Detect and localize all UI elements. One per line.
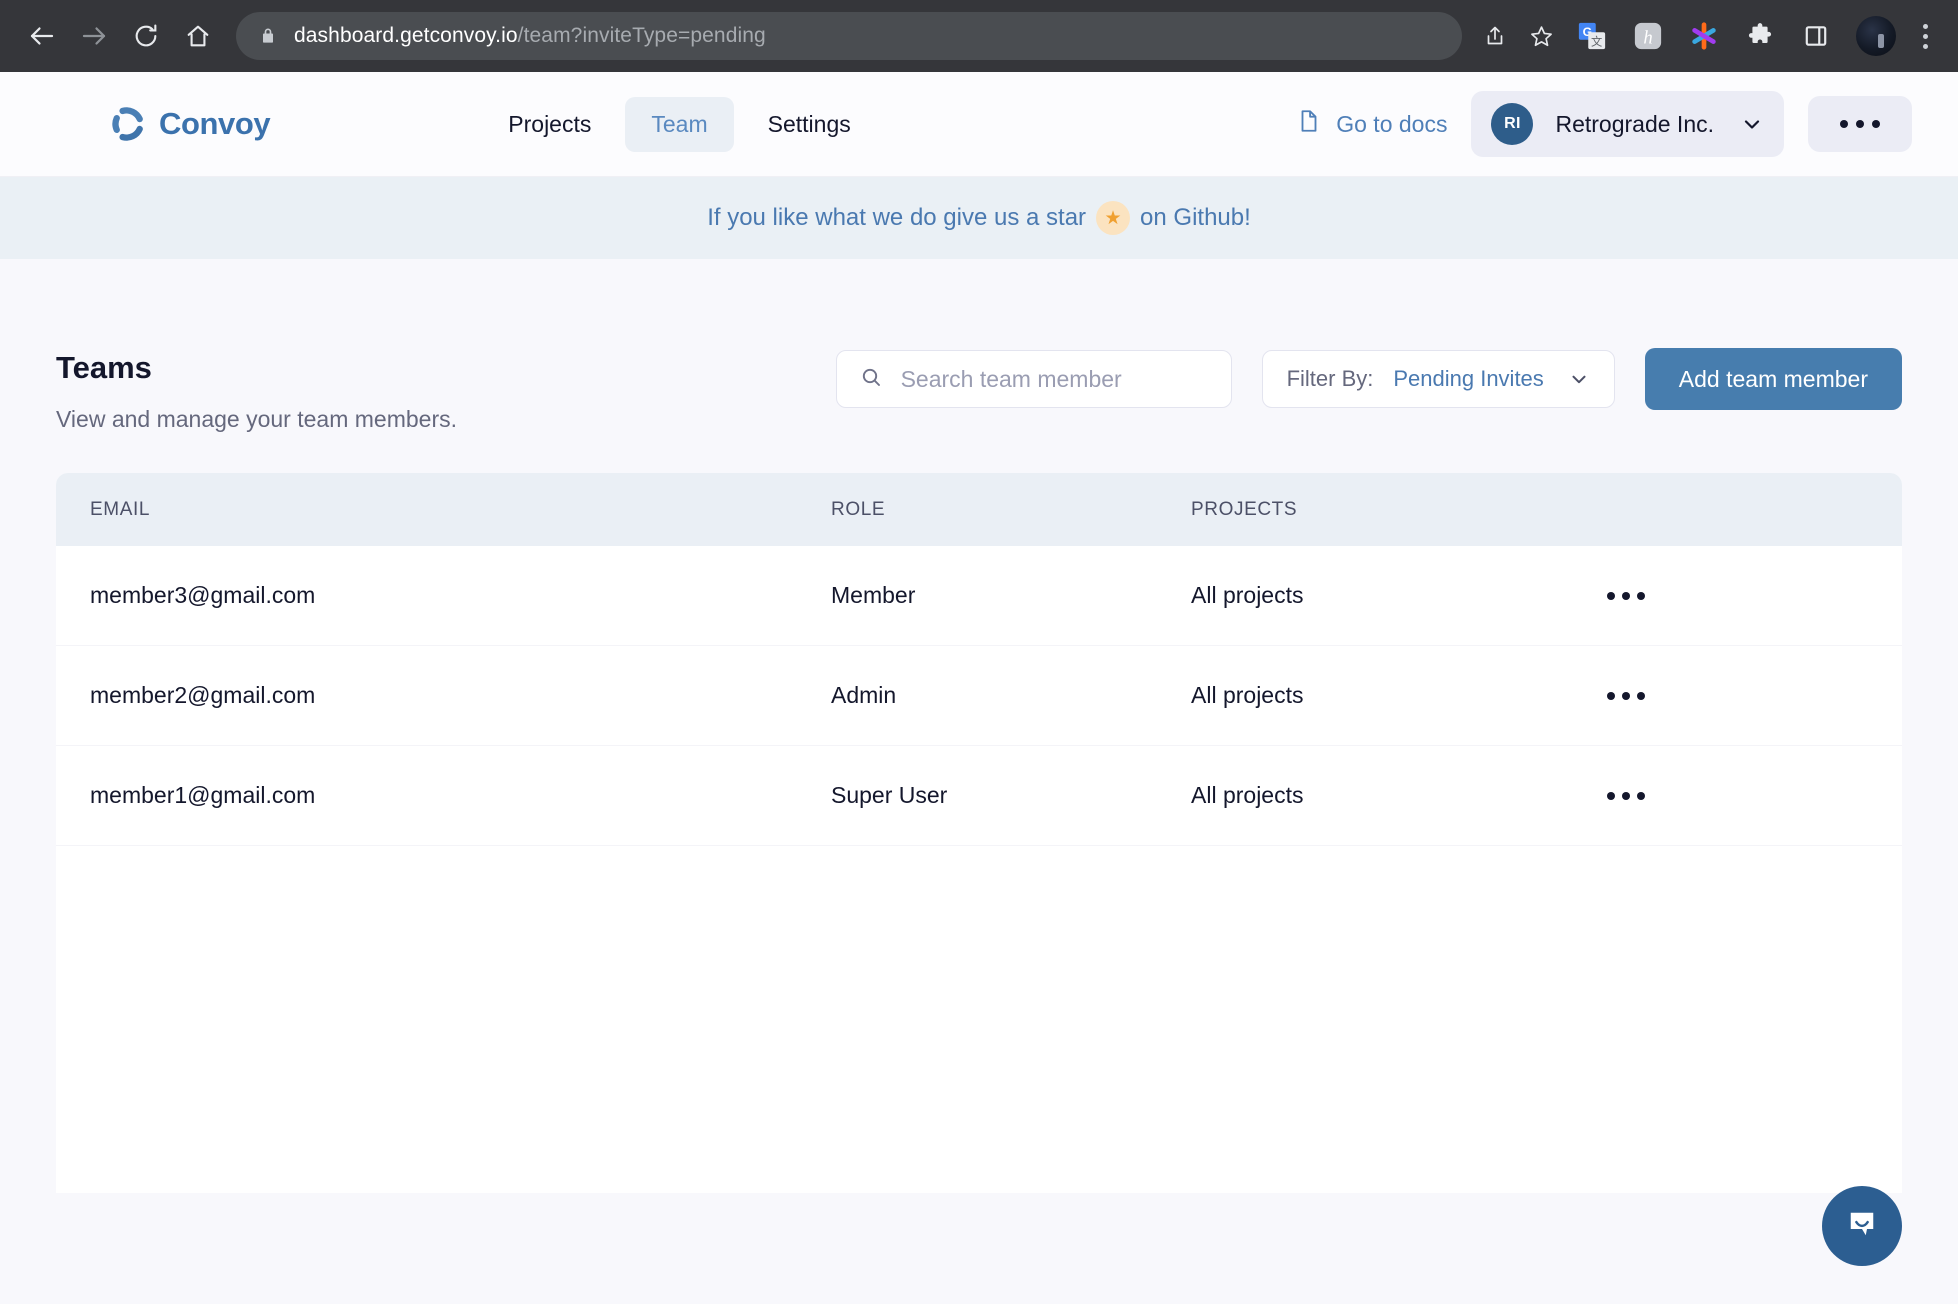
table-row[interactable]: member3@gmail.com Member All projects: [56, 546, 1902, 646]
chrome-menu-icon[interactable]: [1910, 14, 1940, 58]
nav-item-settings[interactable]: Settings: [742, 97, 877, 152]
filter-value: Pending Invites: [1393, 366, 1543, 392]
banner-text-after: on Github!: [1140, 204, 1251, 232]
go-to-docs-label: Go to docs: [1336, 111, 1447, 138]
org-switcher[interactable]: RI Retrograde Inc.: [1471, 91, 1784, 157]
search-team-member[interactable]: [836, 350, 1232, 408]
cell-role: Admin: [831, 682, 1191, 709]
nav-item-team[interactable]: Team: [625, 97, 733, 152]
url-domain: dashboard.getconvoy.io: [294, 24, 518, 47]
page-controls: Filter By: Pending Invites Add team memb…: [836, 344, 1902, 410]
browser-toolbar: dashboard.getconvoy.io/team?inviteType=p…: [0, 0, 1958, 72]
app-header: Convoy Projects Team Settings Go to docs…: [0, 72, 1958, 177]
forward-arrow-icon[interactable]: [70, 12, 118, 60]
search-icon: [859, 365, 883, 394]
chevron-down-icon: [1568, 368, 1590, 390]
url-text: dashboard.getconvoy.io/team?inviteType=p…: [294, 24, 766, 48]
url-path: /team?inviteType=pending: [518, 24, 766, 47]
horizontal-ellipsis-icon: [1840, 120, 1848, 128]
svg-text:h: h: [1643, 28, 1652, 49]
page-body: Teams View and manage your team members.…: [0, 259, 1958, 1304]
cell-projects: All projects: [1191, 682, 1591, 709]
cell-email: member2@gmail.com: [56, 682, 831, 709]
back-arrow-icon[interactable]: [18, 12, 66, 60]
nav-item-projects[interactable]: Projects: [482, 97, 617, 152]
convoy-logo[interactable]: Convoy: [110, 106, 270, 142]
filter-label: Filter By:: [1287, 366, 1374, 392]
column-header-projects: PROJECTS: [1191, 499, 1591, 521]
row-actions-button[interactable]: [1591, 782, 1661, 810]
share-icon[interactable]: [1474, 15, 1516, 57]
add-team-member-button[interactable]: Add team member: [1645, 348, 1902, 410]
team-table: EMAIL ROLE PROJECTS member3@gmail.com Me…: [56, 473, 1902, 1193]
convoy-logo-text: Convoy: [159, 106, 270, 142]
lock-icon: [258, 26, 278, 46]
cell-role: Super User: [831, 782, 1191, 809]
address-bar[interactable]: dashboard.getconvoy.io/team?inviteType=p…: [236, 12, 1462, 60]
chevron-down-icon: [1740, 112, 1764, 136]
page-subtitle: View and manage your team members.: [56, 406, 457, 433]
org-avatar: RI: [1491, 103, 1533, 145]
column-header-role: ROLE: [831, 499, 1191, 521]
page-title: Teams: [56, 350, 457, 386]
reload-icon[interactable]: [122, 12, 170, 60]
main-nav: Projects Team Settings: [482, 97, 876, 152]
cell-projects: All projects: [1191, 582, 1591, 609]
side-panel-icon[interactable]: [1796, 16, 1836, 56]
column-header-email: EMAIL: [56, 499, 831, 521]
cell-email: member1@gmail.com: [56, 782, 831, 809]
go-to-docs-link[interactable]: Go to docs: [1296, 108, 1447, 140]
svg-text:文: 文: [1591, 34, 1602, 48]
cell-role: Member: [831, 582, 1191, 609]
profile-avatar[interactable]: [1856, 16, 1896, 56]
cell-email: member3@gmail.com: [56, 582, 831, 609]
header-right: Go to docs RI Retrograde Inc.: [1296, 91, 1912, 157]
honey-icon[interactable]: h: [1628, 16, 1668, 56]
puzzle-piece-icon[interactable]: [1740, 16, 1780, 56]
row-actions-button[interactable]: [1591, 582, 1661, 610]
table-row[interactable]: member1@gmail.com Super User All project…: [56, 746, 1902, 846]
cell-projects: All projects: [1191, 782, 1591, 809]
convoy-logo-icon: [110, 106, 146, 142]
github-star-banner[interactable]: If you like what we do give us a star ★ …: [0, 177, 1958, 259]
star-icon: ★: [1096, 201, 1130, 235]
header-overflow-button[interactable]: [1808, 96, 1912, 152]
row-actions-button[interactable]: [1591, 682, 1661, 710]
banner-text-before: If you like what we do give us a star: [707, 204, 1086, 232]
page-titles: Teams View and manage your team members.: [56, 344, 457, 433]
search-input[interactable]: [901, 366, 1209, 393]
page-header: Teams View and manage your team members.…: [0, 259, 1958, 433]
intercom-chat-button[interactable]: [1822, 1186, 1902, 1266]
chat-bubble-icon: [1842, 1204, 1882, 1249]
google-translate-icon[interactable]: G 文: [1572, 16, 1612, 56]
filter-by-dropdown[interactable]: Filter By: Pending Invites: [1262, 350, 1615, 408]
home-icon[interactable]: [174, 12, 222, 60]
table-row[interactable]: member2@gmail.com Admin All projects: [56, 646, 1902, 746]
document-icon: [1296, 108, 1322, 140]
org-name: Retrograde Inc.: [1555, 111, 1714, 138]
asterisk-icon[interactable]: [1684, 16, 1724, 56]
star-icon[interactable]: [1520, 15, 1562, 57]
table-header-row: EMAIL ROLE PROJECTS: [56, 473, 1902, 546]
